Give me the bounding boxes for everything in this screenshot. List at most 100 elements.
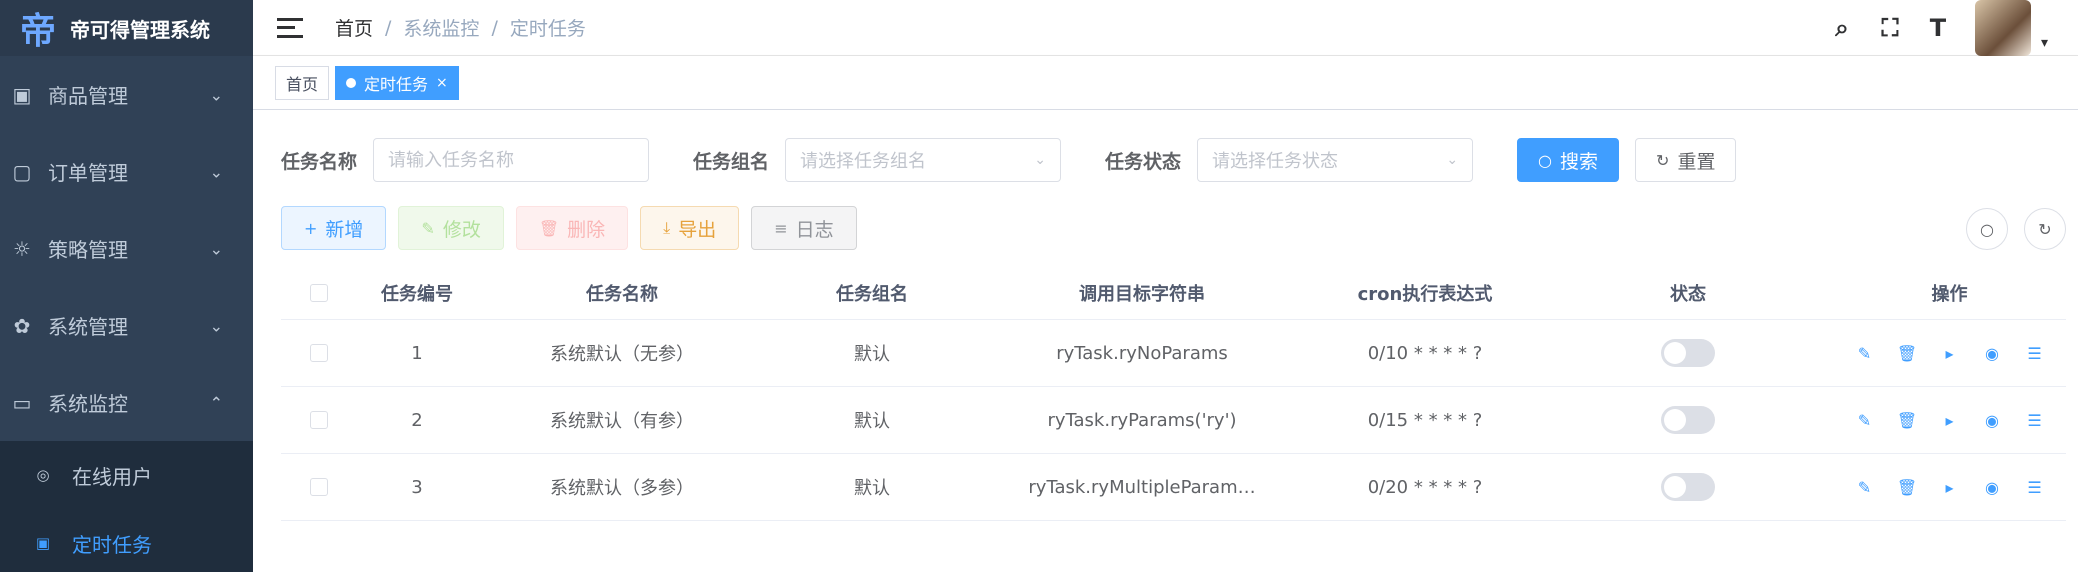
ops-cell: ✎ 🗑 ▸ ◉ ☰ xyxy=(1833,409,2066,431)
delete-button-label: 删除 xyxy=(567,218,606,241)
cron-expression: 0/10 * * * * ? xyxy=(1367,342,1483,364)
edit-icon[interactable]: ✎ xyxy=(1854,342,1876,364)
avatar[interactable] xyxy=(1974,0,2031,56)
breadcrumb-home[interactable]: 首页 xyxy=(335,14,373,41)
invoke-target: ryTask.ryParams('ry') xyxy=(1047,409,1237,431)
invoke-target: ryTask.ryNoParams xyxy=(1056,342,1228,364)
logo[interactable]: 帝 帝可得管理系统 xyxy=(0,0,253,56)
reset-button[interactable]: ↻ 重置 xyxy=(1635,138,1737,182)
bulb-icon: ☼ xyxy=(13,236,31,261)
run-icon[interactable]: ▸ xyxy=(1939,342,1961,364)
log-settings-icon[interactable]: ☰ xyxy=(2024,409,2046,431)
sidebar-item-label: 系统管理 xyxy=(48,315,128,339)
toggle-search-icon[interactable]: ○ xyxy=(1966,208,2008,250)
job-id: 3 xyxy=(411,476,423,498)
row-checkbox[interactable] xyxy=(310,344,328,362)
task-name-label: 任务名称 xyxy=(281,150,358,173)
select-placeholder: 请选择任务组名 xyxy=(800,151,927,172)
run-icon[interactable]: ▸ xyxy=(1939,476,1961,498)
view-icon[interactable]: ◉ xyxy=(1981,476,2003,498)
sidebar-item-monitor[interactable]: ▭ 系统监控 ⌃ xyxy=(0,364,253,441)
trash-icon[interactable]: 🗑 xyxy=(1896,342,1918,364)
add-button[interactable]: + 新增 xyxy=(281,206,387,250)
logo-icon: 帝 xyxy=(19,11,56,52)
ops-cell: ✎ 🗑 ▸ ◉ ☰ xyxy=(1833,476,2066,498)
trash-icon[interactable]: 🗑 xyxy=(1896,409,1918,431)
hamburger-icon[interactable] xyxy=(277,17,303,38)
chevron-down-icon: ⌄ xyxy=(209,162,223,181)
caret-down-icon[interactable]: ▾ xyxy=(2041,35,2048,51)
sidebar-item-label: 在线用户 xyxy=(72,464,152,489)
job-group: 默认 xyxy=(854,344,890,365)
sidebar-item-label: 定时任务 xyxy=(72,532,152,557)
export-button-label: 导出 xyxy=(678,218,717,241)
task-name-input[interactable] xyxy=(373,138,650,182)
row-checkbox[interactable] xyxy=(310,478,328,496)
row-checkbox[interactable] xyxy=(310,411,328,429)
delete-button[interactable]: 🗑 删除 xyxy=(515,206,629,250)
sidebar-item-goods[interactable]: ▣ 商品管理 ⌄ xyxy=(0,56,253,133)
column-header: 操作 xyxy=(1931,283,1968,305)
job-name: 系统默认（有参） xyxy=(550,411,694,432)
fullscreen-icon[interactable]: ⛶ xyxy=(1877,14,1903,42)
operation-icon: ≡ xyxy=(774,218,788,238)
task-group-label: 任务组名 xyxy=(693,150,770,173)
column-header: cron执行表达式 xyxy=(1357,283,1493,305)
download-icon: ⤓ xyxy=(663,218,671,237)
status-cell xyxy=(1543,406,1833,434)
trash-icon[interactable]: 🗑 xyxy=(1896,476,1918,498)
font-size-icon[interactable]: T xyxy=(1925,14,1951,42)
select-placeholder: 请选择任务状态 xyxy=(1212,151,1339,172)
edit-icon[interactable]: ✎ xyxy=(1854,476,1876,498)
status-switch[interactable] xyxy=(1661,406,1715,434)
tag-label: 定时任务 xyxy=(364,74,429,94)
task-status-select[interactable]: 请选择任务状态 ⌄ xyxy=(1197,138,1474,182)
job-name: 系统默认（多参） xyxy=(550,478,694,499)
sidebar-item-system[interactable]: ✿ 系统管理 ⌄ xyxy=(0,287,253,364)
tags-view: 首页 定时任务 × xyxy=(253,56,2078,110)
select-all-cell xyxy=(281,283,357,302)
ops-cell: ✎ 🗑 ▸ ◉ ☰ xyxy=(1833,342,2066,364)
select-all-checkbox[interactable] xyxy=(310,283,328,302)
log-button[interactable]: ≡ 日志 xyxy=(751,206,857,250)
sidebar-item-online-users[interactable]: ◎ 在线用户 xyxy=(0,441,253,509)
edit-icon: ✎ xyxy=(421,218,435,238)
search-icon[interactable]: ⌕ xyxy=(1829,14,1855,42)
edit-icon[interactable]: ✎ xyxy=(1854,409,1876,431)
log-settings-icon[interactable]: ☰ xyxy=(2024,476,2046,498)
table-row: 1 系统默认（无参） 默认 ryTask.ryNoParams 0/10 * *… xyxy=(281,320,2066,387)
close-icon[interactable]: × xyxy=(436,75,448,91)
run-icon[interactable]: ▸ xyxy=(1939,409,1961,431)
chevron-down-icon: ⌄ xyxy=(209,85,223,104)
online-icon: ◎ xyxy=(36,466,50,484)
export-button[interactable]: ⤓ 导出 xyxy=(640,206,740,250)
sidebar-item-label: 商品管理 xyxy=(48,84,128,108)
status-switch[interactable] xyxy=(1661,473,1715,501)
log-settings-icon[interactable]: ☰ xyxy=(2024,342,2046,364)
refresh-icon[interactable]: ↻ xyxy=(2024,208,2066,250)
chevron-up-icon: ⌃ xyxy=(209,393,223,412)
status-cell xyxy=(1543,339,1833,367)
search-button[interactable]: ○ 搜索 xyxy=(1517,138,1620,182)
task-group-select[interactable]: 请选择任务组名 ⌄ xyxy=(785,138,1062,182)
table-header: 任务编号 任务名称 任务组名 调用目标字符串 cron执行表达式 状态 操作 xyxy=(281,266,2066,320)
view-icon[interactable]: ◉ xyxy=(1981,342,2003,364)
job-id: 1 xyxy=(411,342,423,364)
column-header: 调用目标字符串 xyxy=(1079,283,1205,305)
tag-home[interactable]: 首页 xyxy=(275,65,330,100)
cron-expression: 0/20 * * * * ? xyxy=(1367,476,1483,498)
job-id: 2 xyxy=(411,409,423,431)
edit-button[interactable]: ✎ 修改 xyxy=(398,206,504,250)
sidebar-item-scheduled-tasks[interactable]: ▣ 定时任务 xyxy=(0,509,253,572)
tag-label: 首页 xyxy=(286,74,319,94)
tag-scheduled-tasks[interactable]: 定时任务 × xyxy=(335,65,459,100)
sidebar-item-strategy[interactable]: ☼ 策略管理 ⌄ xyxy=(0,210,253,287)
search-button-label: 搜索 xyxy=(1560,150,1599,173)
row-check-cell xyxy=(281,478,357,496)
view-icon[interactable]: ◉ xyxy=(1981,409,2003,431)
monitor-icon: ▭ xyxy=(12,390,32,415)
column-header: 任务编号 xyxy=(381,283,453,305)
status-switch[interactable] xyxy=(1661,339,1715,367)
edit-button-label: 修改 xyxy=(442,218,481,241)
sidebar-item-orders[interactable]: ▢ 订单管理 ⌄ xyxy=(0,133,253,210)
